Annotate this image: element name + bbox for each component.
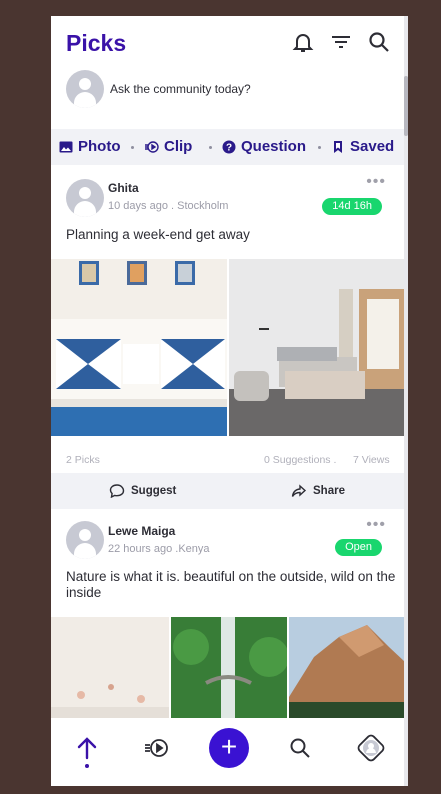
tab-photo[interactable]: Photo: [59, 138, 121, 155]
question-icon: ?: [222, 140, 236, 153]
author-name[interactable]: Ghita: [108, 181, 139, 195]
post-image-waterfall[interactable]: [171, 617, 287, 721]
views-count: 7 Views: [353, 454, 390, 466]
picks-arrow-icon: [77, 737, 97, 760]
bookmark-icon: [334, 140, 342, 153]
search-icon: [290, 738, 310, 758]
post-type-tabs: Photo Clip ? Question Saved: [51, 129, 404, 165]
picks-count[interactable]: 2 Picks: [66, 454, 100, 466]
post-actions: Suggest Share: [51, 473, 404, 509]
suggestions-count[interactable]: 0 Suggestions .: [264, 454, 336, 466]
svg-text:?: ?: [226, 142, 232, 153]
tab-photo-label: Photo: [78, 138, 121, 155]
share-icon: [291, 484, 307, 497]
add-post-button[interactable]: +: [209, 728, 249, 768]
status-badge: Open: [335, 539, 382, 556]
author-avatar[interactable]: [66, 179, 104, 217]
post-content: Planning a week-end get away: [66, 227, 250, 242]
search-icon[interactable]: [367, 30, 391, 54]
post-meta: 22 hours ago .Kenya: [108, 543, 210, 555]
status-badge: 14d 16h: [322, 198, 382, 215]
filter-icon[interactable]: [329, 30, 353, 54]
profile-icon: [357, 734, 385, 762]
clip-icon: [145, 739, 168, 757]
video-clip-icon: [145, 140, 159, 153]
author-avatar[interactable]: [66, 521, 104, 559]
tab-saved[interactable]: Saved: [331, 138, 394, 155]
share-label: Share: [313, 485, 345, 497]
nav-picks[interactable]: [73, 734, 101, 762]
tab-divider: [209, 146, 212, 149]
scroll-thumb[interactable]: [404, 76, 408, 136]
suggest-button[interactable]: Suggest: [109, 484, 176, 498]
tab-clip-label: Clip: [164, 138, 193, 155]
more-options-icon[interactable]: •••: [366, 516, 386, 534]
tab-divider: [131, 146, 134, 149]
post-card: Lewe Maiga 22 hours ago .Kenya ••• Open …: [51, 515, 405, 721]
bottom-navigation: +: [51, 718, 404, 786]
suggest-label: Suggest: [131, 485, 177, 497]
post-image-bedroom[interactable]: [51, 259, 227, 436]
top-header: Picks: [51, 16, 404, 68]
app-screen: Picks Ask the community today? Photo Cli…: [51, 16, 408, 786]
post-stats: 2 Picks 0 Suggestions . 7 Views: [51, 444, 404, 474]
ask-prompt[interactable]: Ask the community today?: [110, 82, 251, 96]
nav-search[interactable]: [286, 734, 314, 762]
nav-profile[interactable]: [357, 734, 385, 762]
nav-clips[interactable]: [143, 734, 171, 762]
post-image-field[interactable]: [51, 617, 169, 721]
post-content: Nature is what it is. beautiful on the o…: [66, 569, 396, 600]
app-title: Picks: [66, 30, 127, 56]
post-image-room[interactable]: [229, 259, 407, 436]
share-button[interactable]: Share: [291, 484, 345, 498]
post-card: Ghita 10 days ago . Stockholm ••• 14d 16…: [51, 165, 407, 515]
post-image-mountain[interactable]: [289, 617, 405, 721]
tab-question[interactable]: ? Question: [222, 138, 306, 155]
bell-icon[interactable]: [291, 30, 315, 54]
tab-saved-label: Saved: [350, 138, 395, 155]
active-indicator: [85, 764, 89, 768]
tab-clip[interactable]: Clip: [145, 138, 192, 155]
author-name[interactable]: Lewe Maiga: [108, 524, 175, 538]
comment-icon: [109, 484, 125, 498]
more-options-icon[interactable]: •••: [366, 173, 386, 191]
user-avatar[interactable]: [66, 70, 104, 108]
post-meta: 10 days ago . Stockholm: [108, 200, 229, 212]
tab-divider: [318, 146, 321, 149]
image-icon: [59, 141, 73, 152]
tab-question-label: Question: [241, 138, 307, 155]
